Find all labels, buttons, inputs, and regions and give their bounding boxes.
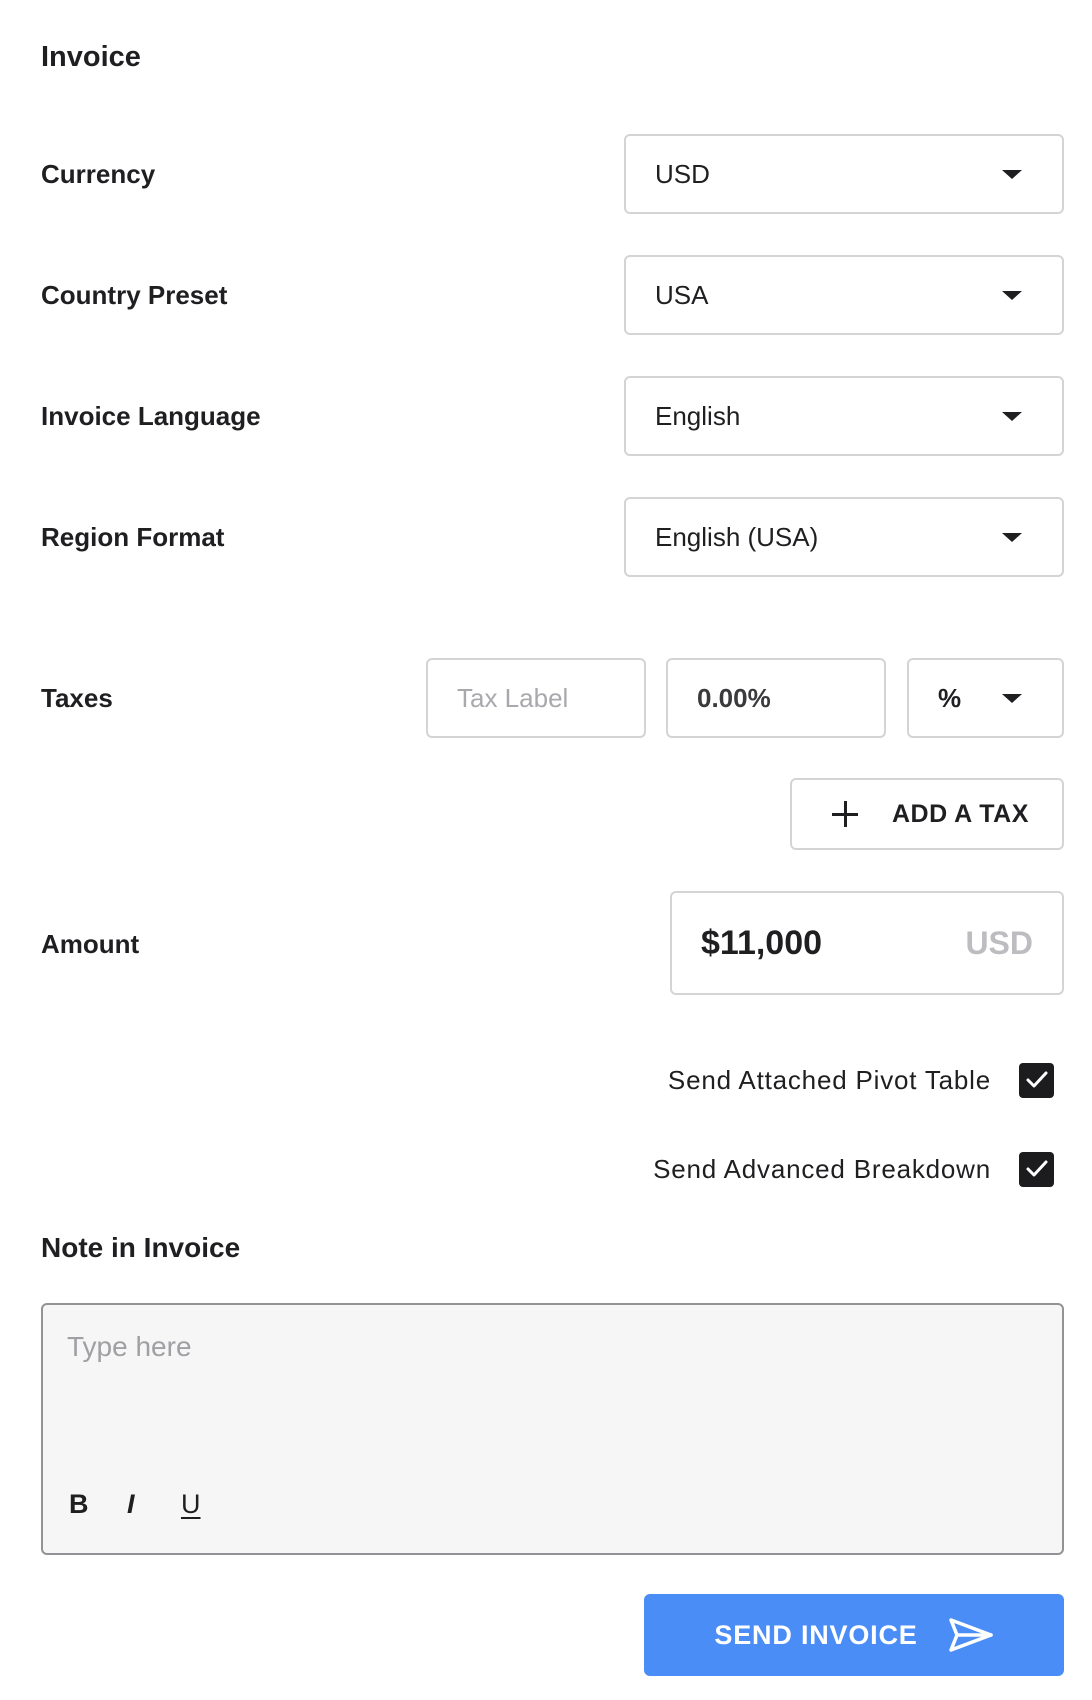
- checkmark-icon: [1026, 1160, 1047, 1177]
- option-label: Send Attached Pivot Table: [667, 1064, 991, 1095]
- invoice-language-select[interactable]: English: [624, 376, 1064, 456]
- advanced-breakdown-checkbox[interactable]: [1019, 1151, 1054, 1187]
- caret-down-icon: [1002, 169, 1022, 179]
- region-format-value: English (USA): [655, 521, 819, 552]
- tax-type-select[interactable]: %: [907, 658, 1064, 738]
- note-editor[interactable]: B I U: [41, 1303, 1064, 1555]
- tax-type-value: %: [938, 682, 962, 713]
- italic-button[interactable]: I: [127, 1491, 135, 1518]
- taxes-label: Taxes: [41, 683, 113, 713]
- page-title: Invoice: [41, 41, 141, 73]
- caret-down-icon: [1002, 532, 1022, 542]
- pivot-table-checkbox[interactable]: [1019, 1062, 1054, 1098]
- paper-plane-icon: [948, 1618, 993, 1652]
- currency-value: USD: [655, 158, 710, 189]
- option-pivot-table[interactable]: Send Attached Pivot Table: [560, 1062, 1054, 1098]
- invoice-language-label: Invoice Language: [41, 401, 261, 431]
- amount-value: $11,000: [701, 923, 823, 962]
- note-textarea[interactable]: [67, 1331, 1027, 1421]
- caret-down-icon: [1002, 693, 1022, 703]
- add-tax-button[interactable]: ADD A TAX: [790, 778, 1064, 850]
- country-preset-select[interactable]: USA: [624, 255, 1064, 335]
- tax-label-input[interactable]: [457, 682, 644, 714]
- caret-down-icon: [1002, 411, 1022, 421]
- option-advanced-breakdown[interactable]: Send Advanced Breakdown: [560, 1151, 1054, 1187]
- amount-field[interactable]: $11,000 USD: [670, 891, 1064, 995]
- bold-button[interactable]: B: [69, 1491, 89, 1518]
- send-invoice-label: SEND INVOICE: [714, 1619, 918, 1650]
- amount-currency: USD: [965, 924, 1033, 961]
- note-title: Note in Invoice: [41, 1232, 241, 1263]
- tax-rate-input[interactable]: [697, 682, 884, 714]
- invoice-language-value: English: [655, 400, 741, 431]
- underline-button[interactable]: U: [181, 1491, 201, 1518]
- option-label: Send Advanced Breakdown: [653, 1153, 991, 1184]
- add-tax-label: ADD A TAX: [892, 799, 1029, 828]
- checkmark-icon: [1026, 1071, 1047, 1088]
- tax-label-field[interactable]: [426, 658, 646, 738]
- tax-rate-field[interactable]: [666, 658, 886, 738]
- currency-label: Currency: [41, 159, 156, 189]
- country-preset-label: Country Preset: [41, 280, 228, 310]
- currency-select[interactable]: USD: [624, 134, 1064, 214]
- region-format-label: Region Format: [41, 522, 225, 552]
- amount-label: Amount: [41, 929, 140, 959]
- caret-down-icon: [1002, 290, 1022, 300]
- country-preset-value: USA: [655, 279, 709, 310]
- region-format-select[interactable]: English (USA): [624, 497, 1064, 577]
- plus-icon: [832, 801, 858, 827]
- send-invoice-button[interactable]: SEND INVOICE: [644, 1594, 1064, 1676]
